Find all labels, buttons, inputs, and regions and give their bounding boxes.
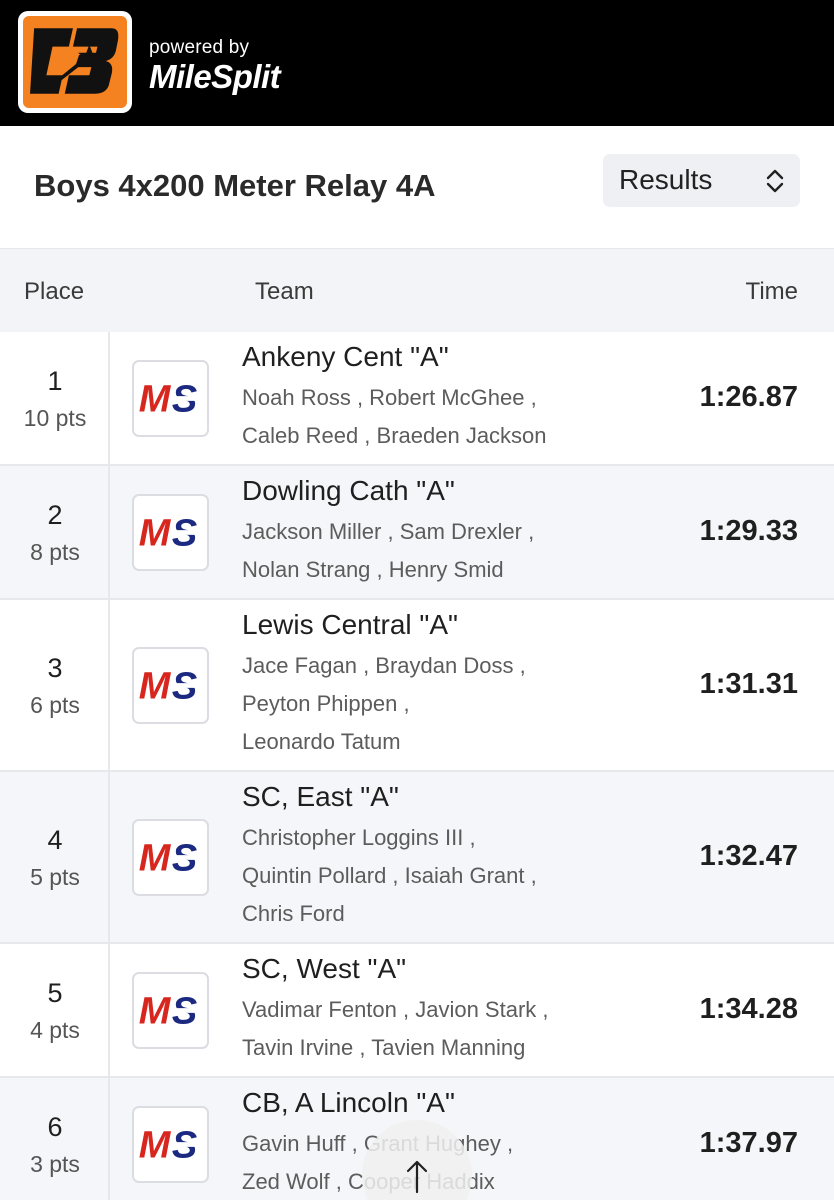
table-row[interactable]: 1 10 pts MS Ankeny Cent "A" Noah Ross , Robe… [0,332,834,466]
view-select-value: Results [619,164,713,195]
place-number: 6 [47,1112,63,1142]
milesplit-brand[interactable]: MileSplit [149,58,281,96]
place-points: 6 pts [30,692,80,718]
result-time: 1:37.97 [699,1127,798,1159]
place-points: 5 pts [30,864,80,890]
place-number: 2 [47,500,63,530]
place-points: 4 pts [30,1017,80,1043]
result-time: 1:29.33 [699,515,798,547]
svg-text:M: M [139,1124,172,1166]
runner-names[interactable]: Chris Ford [242,901,345,927]
result-time: 1:32.47 [699,840,798,872]
team-name[interactable]: SC, East "A" [242,781,399,813]
place-cell: 6 3 pts [0,1078,110,1200]
team-name[interactable]: Lewis Central "A" [242,609,458,641]
svg-text:M: M [139,512,172,554]
team-logo-icon[interactable]: MS [132,360,209,437]
place-points: 10 pts [23,405,87,431]
runner-names[interactable]: Christopher Loggins III , [242,825,476,851]
app-header: powered by MileSplit [0,0,834,126]
team-name[interactable]: SC, West "A" [242,953,406,985]
team-logo-icon[interactable]: MS [132,647,209,724]
team-logo-icon[interactable]: MS [132,494,209,571]
runner-names[interactable]: Peyton Phippen , [242,691,410,717]
chevron-up-down-icon [766,169,784,193]
event-title: Boys 4x200 Meter Relay 4A [34,168,436,203]
result-time: 1:31.31 [699,668,798,700]
powered-by-text: powered by [149,37,250,58]
column-header-time[interactable]: Time [746,278,798,306]
place-cell: 3 6 pts [0,600,110,770]
result-time: 1:34.28 [699,993,798,1025]
arrow-up-icon [406,1160,428,1194]
runner-names[interactable]: Caleb Reed , Braeden Jackson [242,423,547,449]
team-logo-icon[interactable]: MS [132,1106,209,1183]
result-time: 1:26.87 [699,381,798,413]
place-cell: 1 10 pts [0,332,110,464]
table-row[interactable]: 2 8 pts MS Dowling Cath "A" Jackson Miller ,… [0,466,834,600]
place-number: 3 [47,653,63,683]
runner-names[interactable]: Leonardo Tatum [242,729,401,755]
place-points: 3 pts [30,1151,80,1177]
view-select[interactable]: Results [603,154,800,207]
runner-names[interactable]: Vadimar Fenton , Javion Stark , [242,997,549,1023]
column-header-team[interactable]: Team [255,278,314,306]
team-name[interactable]: Ankeny Cent "A" [242,341,449,373]
column-header-place[interactable]: Place [24,278,84,306]
place-number: 1 [47,366,63,396]
runner-names[interactable]: Tavin Irvine , Tavien Manning [242,1035,525,1061]
runner-names[interactable]: Quintin Pollard , Isaiah Grant , [242,863,537,889]
svg-text:M: M [139,837,172,879]
place-points: 8 pts [30,539,80,565]
svg-text:M: M [139,665,172,707]
svg-text:M: M [139,990,172,1032]
team-logo-icon[interactable]: MS [132,972,209,1049]
table-row[interactable]: 3 6 pts MS Lewis Central "A" Jace Fagan , Br… [0,600,834,772]
cb-logo-icon[interactable] [18,11,132,113]
place-number: 5 [47,978,63,1008]
runner-names[interactable]: Nolan Strang , Henry Smid [242,557,504,583]
table-row[interactable]: 4 5 pts MS SC, East "A" Christopher Loggins … [0,772,834,944]
team-logo-icon[interactable]: MS [132,819,209,896]
results-table-header: Place Team Time [0,248,834,332]
team-name[interactable]: CB, A Lincoln "A" [242,1087,455,1119]
table-row[interactable]: 5 4 pts MS SC, West "A" Vadimar Fenton , Jav… [0,944,834,1078]
svg-text:M: M [139,378,172,420]
place-cell: 4 5 pts [0,772,110,942]
place-cell: 5 4 pts [0,944,110,1076]
runner-names[interactable]: Jackson Miller , Sam Drexler , [242,519,534,545]
team-name[interactable]: Dowling Cath "A" [242,475,455,507]
runner-names[interactable]: Jace Fagan , Braydan Doss , [242,653,526,679]
runner-names[interactable]: Noah Ross , Robert McGhee , [242,385,537,411]
place-cell: 2 8 pts [0,466,110,598]
place-number: 4 [47,825,63,855]
